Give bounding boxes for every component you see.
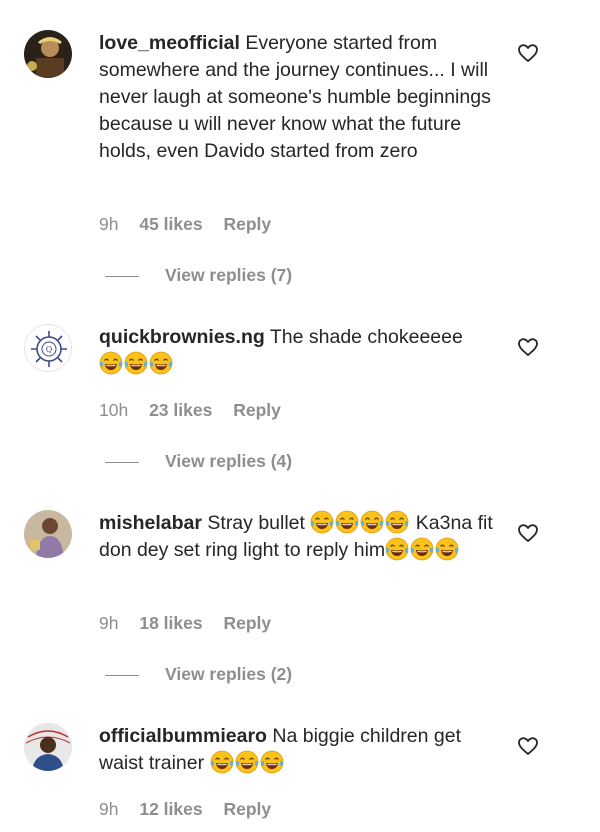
face-with-tears-of-joy-emoji	[360, 510, 385, 534]
face-with-tears-of-joy-emoji	[385, 510, 410, 534]
heart-outline-icon[interactable]	[517, 42, 539, 64]
comment-meta: 10h 23 likes Reply	[99, 400, 297, 421]
avatar[interactable]: Q	[24, 324, 72, 372]
username[interactable]: quickbrownies.ng	[99, 326, 265, 348]
username[interactable]: love_meofficial	[99, 32, 240, 54]
svg-text:Q: Q	[46, 345, 53, 354]
face-with-tears-of-joy-emoji	[99, 351, 123, 375]
view-replies-button[interactable]: View replies (7)	[105, 265, 292, 286]
comment-body: Stray bullet	[207, 512, 305, 534]
face-with-tears-of-joy-emoji	[385, 537, 409, 561]
face-with-tears-of-joy-emoji	[410, 537, 434, 561]
comment-text: officialbummiearo Na biggie children get…	[99, 723, 499, 777]
face-with-tears-of-joy-emoji	[335, 510, 360, 534]
divider-line	[105, 461, 139, 463]
heart-outline-icon[interactable]	[517, 522, 539, 544]
reply-button[interactable]: Reply	[223, 613, 271, 633]
timestamp: 10h	[99, 400, 129, 420]
face-with-tears-of-joy-emoji	[149, 351, 173, 375]
heart-outline-icon[interactable]	[517, 735, 539, 757]
divider-line	[105, 674, 139, 676]
likes-count[interactable]: 45 likes	[139, 214, 202, 234]
view-replies-label: View replies (2)	[165, 664, 293, 684]
heart-outline-icon[interactable]	[517, 336, 539, 358]
likes-count[interactable]: 18 likes	[139, 613, 202, 633]
comment-text: love_meofficial Everyone started from so…	[99, 30, 499, 165]
face-with-tears-of-joy-emoji	[259, 750, 284, 774]
comment-body: The shade chokeeeee	[269, 326, 463, 348]
face-with-tears-of-joy-emoji	[209, 750, 234, 774]
username[interactable]: officialbummiearo	[99, 725, 267, 747]
view-replies-label: View replies (7)	[165, 265, 293, 285]
likes-count[interactable]: 23 likes	[149, 400, 212, 420]
likes-count[interactable]: 12 likes	[139, 799, 202, 819]
divider-line	[105, 275, 139, 277]
view-replies-button[interactable]: View replies (2)	[105, 664, 292, 685]
reply-button[interactable]: Reply	[233, 400, 281, 420]
view-replies-button[interactable]: View replies (4)	[105, 451, 292, 472]
avatar[interactable]	[24, 30, 72, 78]
avatar[interactable]	[24, 723, 72, 771]
avatar[interactable]	[24, 510, 72, 558]
reply-button[interactable]: Reply	[223, 214, 271, 234]
face-with-tears-of-joy-emoji	[234, 750, 259, 774]
timestamp: 9h	[99, 799, 119, 819]
comment-meta: 9h 45 likes Reply	[99, 214, 287, 235]
comment-meta: 9h 18 likes Reply	[99, 613, 287, 634]
comment-text: mishelabar Stray bullet Ka3na fit don de…	[99, 510, 499, 564]
face-with-tears-of-joy-emoji	[435, 537, 459, 561]
view-replies-label: View replies (4)	[165, 451, 293, 471]
timestamp: 9h	[99, 214, 119, 234]
username[interactable]: mishelabar	[99, 512, 202, 534]
face-with-tears-of-joy-emoji	[124, 351, 148, 375]
comment-meta: 9h 12 likes Reply	[99, 799, 287, 820]
comment-text: quickbrownies.ng The shade chokeeeee	[99, 324, 499, 378]
face-with-tears-of-joy-emoji	[310, 510, 335, 534]
timestamp: 9h	[99, 613, 119, 633]
reply-button[interactable]: Reply	[223, 799, 271, 819]
